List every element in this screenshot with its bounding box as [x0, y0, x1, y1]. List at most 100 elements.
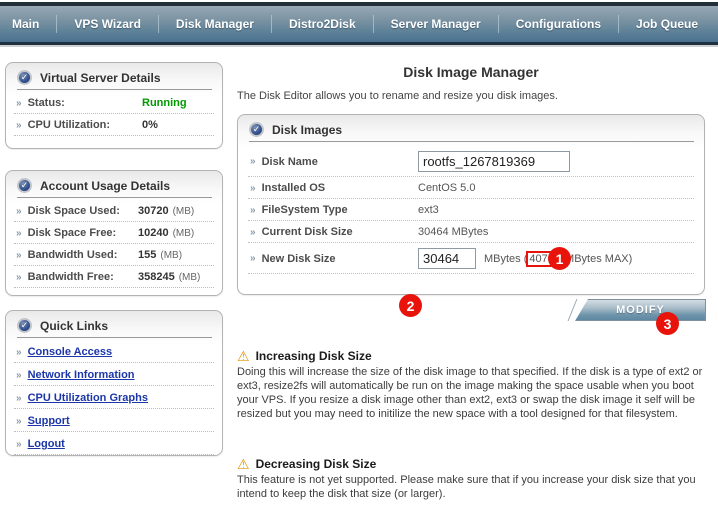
page-subtitle: The Disk Editor allows you to rename and… — [237, 90, 709, 102]
annotation-circle-1: 1 — [548, 247, 571, 270]
disk-name-row: » Disk Name — [248, 146, 694, 177]
panel-header: ✓ Quick Links — [17, 318, 212, 338]
decreasing-disk-size-text: This feature is not yet supported. Pleas… — [237, 473, 711, 501]
nav-item-vps-wizard[interactable]: VPS Wizard — [57, 17, 158, 31]
disk-images-panel: ✓ Disk Images »Disk Name »Installed OS C… — [237, 114, 705, 295]
top-navbar: Main VPS Wizard Disk Manager Distro2Disk… — [0, 0, 718, 48]
nav-item-distro2disk[interactable]: Distro2Disk — [272, 17, 373, 31]
nav-item-job-queue[interactable]: Job Queue — [619, 17, 715, 31]
disk-space-used-row: »Disk Space Used: 30720 (MB) — [14, 200, 214, 222]
panel-title: Quick Links — [40, 319, 108, 333]
installed-os-row: »Installed OS CentOS 5.0 — [248, 177, 694, 199]
panel-title: Disk Images — [272, 123, 342, 137]
increasing-disk-size-title: Increasing Disk Size — [256, 349, 372, 363]
nav-item-disk-manager[interactable]: Disk Manager — [159, 17, 271, 31]
increasing-disk-size-section: ⚠ Increasing Disk Size Doing this will i… — [237, 349, 711, 421]
disk-space-used-label: Disk Space Used: — [28, 205, 120, 217]
panel-header: ✓ Disk Images — [249, 122, 694, 142]
current-disk-size-value: 30464 MBytes — [418, 226, 488, 238]
arrow-bullet-icon: » — [16, 416, 22, 427]
list-item: » Console Access — [14, 340, 214, 363]
bandwidth-used-value: 155 — [138, 249, 156, 261]
panel-badge-icon: ✓ — [17, 318, 32, 333]
logout-link[interactable]: Logout — [28, 438, 65, 450]
bandwidth-used-label: Bandwidth Used: — [28, 249, 118, 261]
arrow-bullet-icon: » — [16, 120, 22, 131]
unit-label: (MB) — [160, 250, 182, 261]
list-item: » CPU Utilization Graphs — [14, 386, 214, 409]
panel-title: Virtual Server Details — [40, 71, 161, 85]
new-disk-size-label: New Disk Size — [262, 253, 336, 265]
console-access-link[interactable]: Console Access — [28, 346, 113, 358]
panel-title: Account Usage Details — [40, 179, 170, 193]
arrow-bullet-icon: » — [16, 272, 22, 283]
cpu-utilization-label: CPU Utilization: — [28, 119, 111, 131]
filesystem-type-value: ext3 — [418, 204, 439, 216]
cpu-utilization-row: » CPU Utilization: 0% — [14, 114, 214, 136]
nav-separator — [56, 15, 57, 33]
new-disk-size-row: »New Disk Size MBytes (40704 MBytes MAX) — [248, 243, 694, 274]
bandwidth-free-row: »Bandwidth Free: 358245 (MB) — [14, 266, 214, 288]
nav-separator — [271, 15, 272, 33]
arrow-bullet-icon: » — [250, 156, 256, 167]
installed-os-label: Installed OS — [262, 182, 326, 194]
nav-item-main[interactable]: Main — [0, 17, 56, 31]
support-link[interactable]: Support — [28, 415, 70, 427]
current-disk-size-label: Current Disk Size — [262, 226, 353, 238]
decreasing-disk-size-title: Decreasing Disk Size — [256, 457, 377, 471]
arrow-bullet-icon: » — [16, 250, 22, 261]
arrow-bullet-icon: » — [16, 98, 22, 109]
panel-badge-icon: ✓ — [17, 178, 32, 193]
list-item: » Support — [14, 409, 214, 432]
arrow-bullet-icon: » — [16, 347, 22, 358]
arrow-bullet-icon: » — [250, 205, 256, 216]
arrow-bullet-icon: » — [16, 393, 22, 404]
new-disk-size-input[interactable] — [418, 248, 476, 269]
unit-prefix: MBytes ( — [484, 253, 527, 265]
panel-badge-icon: ✓ — [249, 122, 264, 137]
disk-space-free-value: 10240 — [138, 227, 169, 239]
status-row: » Status: Running — [14, 92, 214, 114]
unit-label: (MB) — [179, 272, 201, 283]
nav-item-configurations[interactable]: Configurations — [499, 17, 618, 31]
current-disk-size-row: » Current Disk Size 30464 MBytes — [248, 221, 694, 243]
check-icon: ✓ — [21, 181, 29, 190]
arrow-bullet-icon: » — [16, 370, 22, 381]
virtual-server-details-panel: ✓ Virtual Server Details » Status: Runnin… — [5, 62, 223, 149]
check-icon: ✓ — [21, 321, 29, 330]
cpu-utilization-value: 0% — [142, 119, 158, 131]
arrow-bullet-icon: » — [16, 439, 22, 450]
filesystem-type-label: FileSystem Type — [262, 204, 348, 216]
warning-triangle-icon: ⚠ — [237, 457, 250, 471]
vps-control-panel: { "ui": { "bullet": "\u00bb", "check_gly… — [0, 0, 718, 529]
warning-triangle-icon: ⚠ — [237, 349, 250, 363]
filesystem-type-row: » FileSystem Type ext3 — [248, 199, 694, 221]
disk-space-free-row: »Disk Space Free: 10240 (MB) — [14, 222, 214, 244]
bandwidth-free-label: Bandwidth Free: — [28, 271, 114, 283]
disk-name-input[interactable] — [418, 151, 570, 172]
unit-label: (MB) — [173, 228, 195, 239]
bandwidth-used-row: » Bandwidth Used: 155 (MB) — [14, 244, 214, 266]
unit-suffix: MBytes MAX) — [562, 253, 632, 265]
arrow-bullet-icon: » — [16, 206, 22, 217]
disk-name-label: Disk Name — [262, 156, 318, 168]
account-usage-panel: ✓ Account Usage Details » Disk Space Used… — [5, 170, 223, 296]
arrow-bullet-icon: » — [250, 253, 256, 264]
navbar-menu: Main VPS Wizard Disk Manager Distro2Disk… — [0, 6, 718, 42]
network-information-link[interactable]: Network Information — [28, 369, 135, 381]
nav-separator — [158, 15, 159, 33]
list-item: » Network Information — [14, 363, 214, 386]
check-icon: ✓ — [253, 125, 261, 134]
arrow-bullet-icon: » — [250, 227, 256, 238]
modify-tab-divider — [559, 299, 578, 321]
navbar-gray-strip — [0, 45, 718, 47]
arrow-bullet-icon: » — [16, 228, 22, 239]
status-value: Running — [142, 97, 187, 109]
unit-label: (MB) — [173, 206, 195, 217]
nav-item-server-manager[interactable]: Server Manager — [374, 17, 498, 31]
decreasing-disk-size-section: ⚠ Decreasing Disk Size This feature is n… — [237, 457, 711, 501]
modify-button[interactable]: MODIFY — [575, 299, 706, 321]
cpu-utilization-graphs-link[interactable]: CPU Utilization Graphs — [28, 392, 148, 404]
status-label: Status: — [28, 97, 65, 109]
panel-header: ✓ Virtual Server Details — [17, 70, 212, 90]
